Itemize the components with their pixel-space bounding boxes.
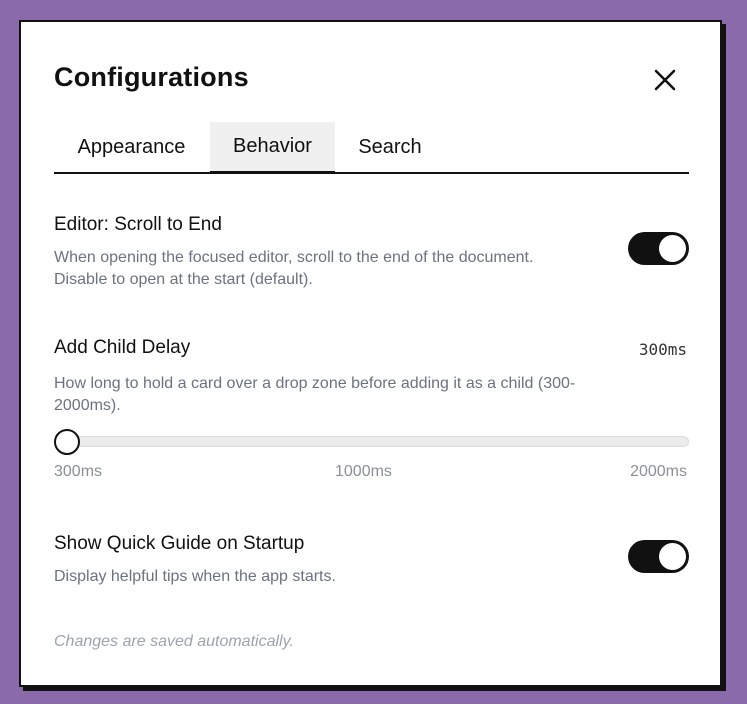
slider-max-label: 2000ms [630,463,687,480]
add-child-delay-description-line2: 2000ms). [54,397,121,414]
quick-guide-toggle[interactable] [628,540,689,573]
scroll-to-end-description-line2: Disable to open at the start (default). [54,271,313,288]
quick-guide-description: Display helpful tips when the app starts… [54,568,336,585]
tab-bar: Appearance Behavior Search [54,122,689,174]
configurations-dialog: Configurations Appearance Behavior Searc… [19,20,722,687]
toggle-knob [659,543,686,570]
tab-behavior[interactable]: Behavior [210,122,335,174]
add-child-delay-slider-thumb[interactable] [54,429,80,455]
tab-appearance[interactable]: Appearance [54,122,209,172]
dialog-title: Configurations [54,62,249,92]
slider-mid-label: 1000ms [335,463,392,480]
slider-min-label: 300ms [54,463,103,480]
tab-search[interactable]: Search [335,122,445,172]
add-child-delay-title: Add Child Delay [54,337,191,358]
add-child-delay-description-line1: How long to hold a card over a drop zone… [54,375,576,392]
scroll-to-end-title: Editor: Scroll to End [54,214,222,235]
quick-guide-title: Show Quick Guide on Startup [54,533,305,554]
add-child-delay-value: 300ms [638,340,687,359]
autosave-note: Changes are saved automatically. [54,633,294,650]
toggle-knob [659,235,686,262]
scroll-to-end-description-line1: When opening the focused editor, scroll … [54,249,534,266]
scroll-to-end-toggle[interactable] [628,232,689,265]
close-icon [654,69,676,91]
add-child-delay-slider-track[interactable] [54,436,689,447]
close-button[interactable] [651,66,679,94]
